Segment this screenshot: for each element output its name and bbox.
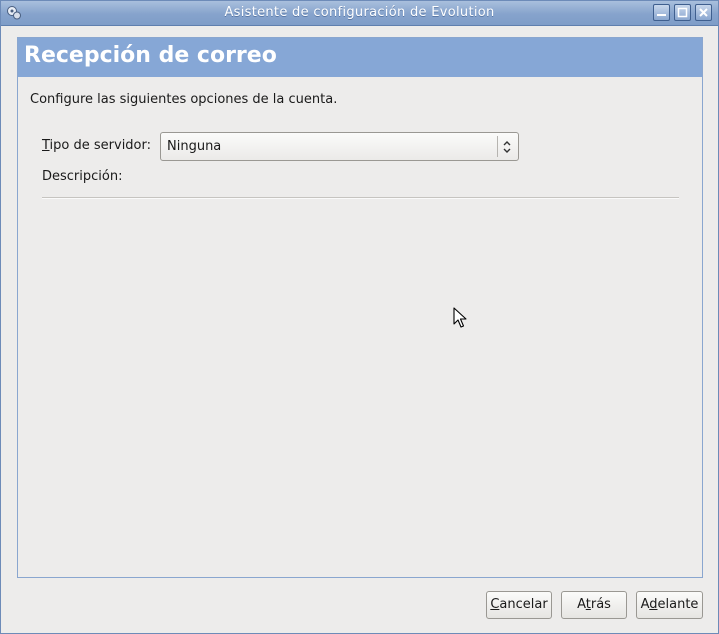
- server-type-value: Ninguna: [167, 139, 222, 154]
- close-button[interactable]: [695, 4, 712, 21]
- title-bar[interactable]: Asistente de configuración de Evolution: [1, 1, 718, 26]
- up-down-arrows-icon: [503, 141, 511, 153]
- server-type-label-mnemonic: T: [42, 138, 50, 153]
- forward-mnemonic: d: [649, 597, 658, 612]
- close-icon: [699, 8, 708, 17]
- wizard-window: Asistente de configuración de Evolution …: [0, 0, 719, 634]
- forward-button[interactable]: Adelante: [636, 591, 703, 619]
- forward-label-pre: A: [640, 597, 650, 612]
- back-button[interactable]: Atrás: [561, 591, 627, 619]
- window-title: Asistente de configuración de Evolution: [224, 5, 495, 20]
- combo-separator: [497, 136, 498, 157]
- minimize-icon: [657, 14, 666, 16]
- horizontal-separator: [42, 197, 679, 199]
- minimize-button[interactable]: [653, 4, 670, 21]
- server-type-combo[interactable]: Ninguna: [160, 132, 519, 161]
- server-type-label-text: ipo de servidor:: [49, 138, 152, 153]
- description-label: Descripción:: [42, 169, 123, 184]
- intro-text: Configure las siguientes opciones de la …: [30, 92, 338, 107]
- server-type-label: Tipo de servidor:: [42, 138, 151, 153]
- cancel-label-rest: ancelar: [499, 597, 548, 612]
- mouse-pointer-icon: [453, 307, 467, 328]
- cancel-button[interactable]: Cancelar: [486, 591, 552, 619]
- page-title: Recepción de correo: [24, 43, 277, 68]
- maximize-icon: [677, 7, 688, 18]
- back-label-pre: A: [577, 597, 586, 612]
- wizard-page: Recepción de correo Configure las siguie…: [17, 37, 703, 578]
- back-label-rest: rás: [590, 597, 611, 612]
- maximize-button[interactable]: [674, 4, 691, 21]
- page-header: Recepción de correo: [18, 38, 702, 77]
- forward-label-rest: elante: [657, 597, 699, 612]
